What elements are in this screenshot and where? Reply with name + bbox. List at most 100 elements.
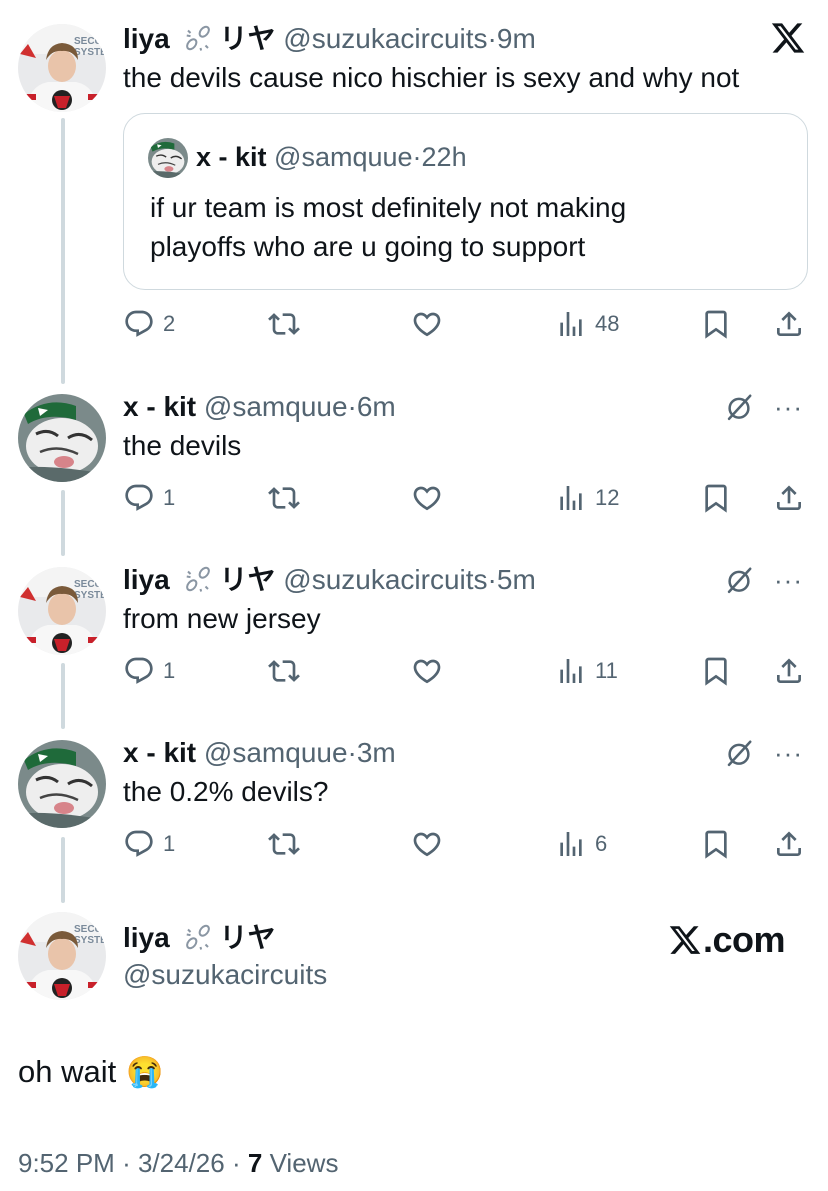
like-button[interactable] — [411, 651, 443, 691]
reply-count: 1 — [163, 831, 176, 856]
x-logo-icon[interactable] — [770, 20, 806, 56]
avatar[interactable] — [18, 912, 106, 1000]
views-icon — [555, 482, 587, 514]
separator: · — [347, 391, 357, 422]
views-label: Views — [269, 1148, 339, 1178]
like-button[interactable] — [411, 304, 443, 344]
share-button[interactable] — [773, 824, 805, 864]
views-count: 12 — [595, 485, 620, 510]
more-icon[interactable]: ··· — [774, 565, 803, 596]
like-icon — [411, 655, 443, 687]
crying-emoji-icon: 😭 — [126, 1055, 164, 1089]
post-header: x - kit @samquue·6m — [123, 390, 396, 424]
share-button[interactable] — [773, 478, 805, 518]
reply-count: 2 — [163, 311, 176, 336]
repost-button[interactable] — [268, 304, 300, 344]
post-time[interactable]: 9:52 PM — [18, 1148, 115, 1178]
action-bar: 1 6 — [123, 824, 813, 864]
avatar[interactable] — [18, 740, 106, 828]
thread-line — [61, 490, 65, 556]
like-button[interactable] — [411, 824, 443, 864]
quoted-post[interactable]: x - kit @samquue·22h if ur team is most … — [123, 113, 808, 290]
avatar[interactable] — [18, 24, 106, 112]
share-button[interactable] — [773, 304, 805, 344]
bookmark-button[interactable] — [700, 651, 732, 691]
views-icon — [555, 308, 587, 340]
author-handle: @samquue — [274, 142, 413, 172]
post-time[interactable]: 5m — [497, 564, 536, 595]
like-icon — [411, 308, 443, 340]
more-icon[interactable]: ··· — [774, 738, 803, 769]
post-time[interactable]: 6m — [357, 391, 396, 422]
author-name[interactable]: liya — [123, 922, 170, 953]
bookmark-button[interactable] — [700, 304, 732, 344]
reply-count: 1 — [163, 485, 176, 510]
reply-button[interactable]: 1 — [123, 824, 175, 864]
post-date[interactable]: 3/24/26 — [138, 1148, 225, 1178]
repost-button[interactable] — [268, 478, 300, 518]
post-time[interactable]: 9m — [497, 23, 536, 54]
action-bar: 1 12 — [123, 478, 813, 518]
reply-button[interactable]: 1 — [123, 651, 175, 691]
repost-icon — [268, 308, 300, 340]
mute-icon[interactable] — [724, 565, 754, 595]
post-text: oh wait — [18, 1054, 117, 1089]
views-button[interactable]: 48 — [555, 304, 619, 344]
like-button[interactable] — [411, 478, 443, 518]
share-icon — [773, 655, 805, 687]
like-icon — [411, 828, 443, 860]
post-header: liya リヤ @suzukacircuits·5m — [123, 563, 536, 597]
bookmark-button[interactable] — [700, 478, 732, 518]
post-text: from new jersey — [123, 603, 321, 634]
author-name[interactable]: liya — [123, 564, 170, 595]
reply-button[interactable]: 1 — [123, 478, 175, 518]
reply-icon — [123, 828, 155, 860]
link-emoji-icon — [183, 564, 213, 594]
views-button[interactable]: 11 — [555, 651, 618, 691]
bookmark-icon — [700, 828, 732, 860]
views-button[interactable]: 6 — [555, 824, 607, 864]
author-handle[interactable]: @suzukacircuits — [283, 564, 487, 595]
repost-button[interactable] — [268, 651, 300, 691]
share-button[interactable] — [773, 651, 805, 691]
quote-text-line: playoffs who are u going to support — [150, 231, 586, 262]
more-icon[interactable]: ··· — [774, 392, 803, 423]
author-name-suffix: リヤ — [219, 922, 276, 953]
views-icon — [555, 655, 587, 687]
like-icon — [411, 482, 443, 514]
separator: · — [487, 23, 497, 54]
x-com-logo: .com — [668, 919, 786, 960]
avatar[interactable] — [18, 567, 106, 655]
author-handle[interactable]: @samquue — [204, 737, 348, 768]
avatar — [148, 138, 188, 178]
repost-button[interactable] — [268, 824, 300, 864]
mute-icon[interactable] — [724, 738, 754, 768]
mute-icon[interactable] — [724, 392, 754, 422]
views-icon — [555, 828, 587, 860]
views-button[interactable]: 12 — [555, 478, 619, 518]
link-emoji-icon — [183, 922, 213, 952]
post-time[interactable]: 3m — [357, 737, 396, 768]
author-name-suffix: リヤ — [219, 564, 276, 595]
author-handle[interactable]: @suzukacircuits — [123, 958, 327, 992]
avatar[interactable] — [18, 394, 106, 482]
views-count: 6 — [595, 831, 608, 856]
repost-icon — [268, 828, 300, 860]
author-name[interactable]: liya — [123, 23, 170, 54]
author-handle[interactable]: @samquue — [204, 391, 348, 422]
separator: · — [231, 1148, 241, 1178]
share-icon — [773, 308, 805, 340]
author-handle[interactable]: @suzukacircuits — [283, 23, 487, 54]
bookmark-button[interactable] — [700, 824, 732, 864]
separator: · — [347, 737, 357, 768]
separator: · — [412, 142, 422, 172]
action-bar: 2 48 — [123, 304, 813, 344]
views-count: 11 — [595, 658, 618, 683]
reply-button[interactable]: 2 — [123, 304, 175, 344]
author-name[interactable]: x - kit — [123, 737, 196, 768]
quote-text-line: if ur team is most definitely not making — [150, 192, 627, 223]
x-logo-icon — [668, 923, 702, 957]
separator: · — [487, 564, 497, 595]
author-name[interactable]: x - kit — [123, 391, 196, 422]
brand-suffix: .com — [703, 919, 786, 960]
